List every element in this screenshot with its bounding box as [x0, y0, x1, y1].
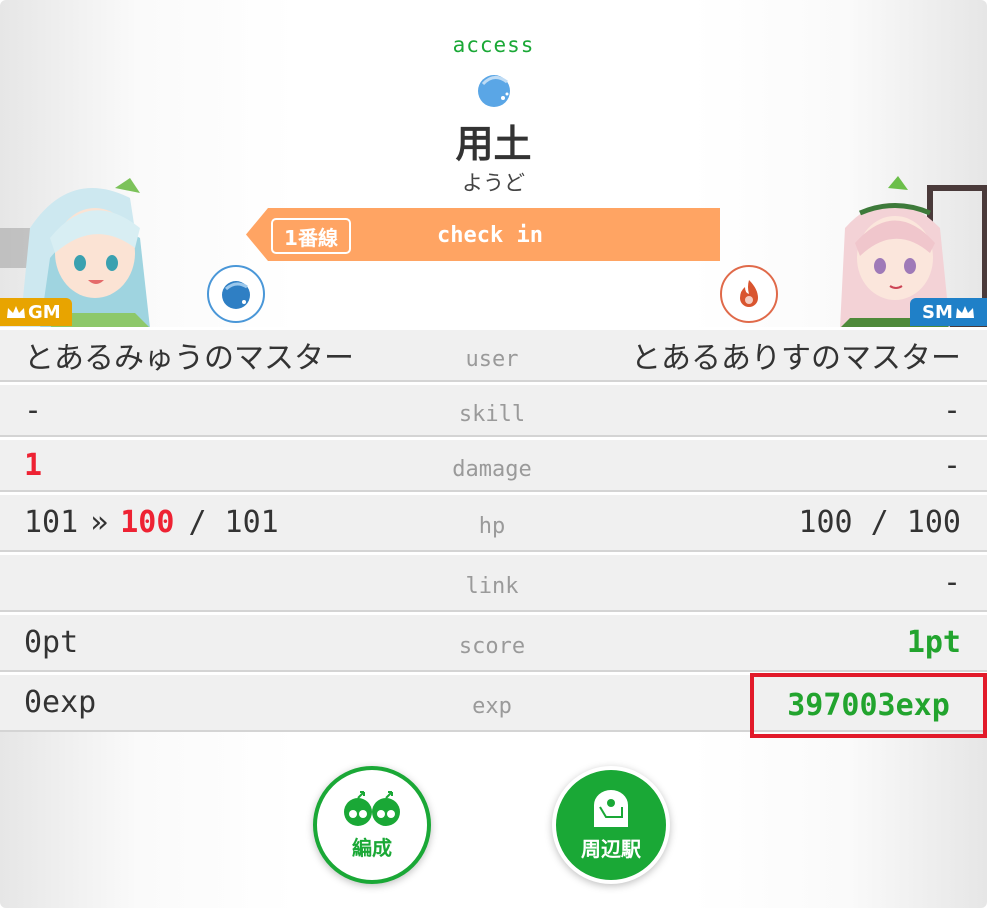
gm-rank-label: GM — [28, 301, 61, 323]
line-number-badge: 1番線 — [271, 218, 351, 254]
station-radar-icon — [594, 789, 628, 827]
right-hp-value: 100 / 100 — [798, 505, 961, 540]
station-name: 用土 — [455, 122, 532, 166]
nearby-stations-button-label: 周辺駅 — [581, 836, 641, 861]
formation-button[interactable]: 編成 — [313, 766, 431, 884]
damage-row-label: damage — [452, 456, 532, 482]
right-exp-value: 397003exp — [750, 673, 987, 738]
nearby-stations-button[interactable]: 周辺駅 — [552, 766, 670, 884]
right-damage-value: - — [942, 447, 961, 483]
sm-rank-label: SM — [922, 301, 953, 323]
right-link-value: - — [942, 565, 961, 600]
fire-icon — [740, 280, 758, 307]
right-skill-value: - — [942, 392, 961, 428]
battle-result-table: とあるみゅうのマスター user とあるありすのマスター - skill - 1… — [0, 327, 987, 738]
team-members-icon — [344, 790, 400, 826]
skill-row-label: skill — [458, 401, 526, 427]
right-user-name: とあるありすのマスター — [631, 341, 961, 376]
exp-row-label: exp — [472, 694, 512, 719]
hp-row-label: hp — [478, 514, 506, 539]
battle-result-screen: access 用土 ようど 1番線 check in GM SM とあるみゅうの… — [0, 0, 987, 908]
table-row-damage: 1 damage - — [0, 437, 987, 492]
table-row-user: とあるみゅうのマスター user とあるありすのマスター — [0, 327, 987, 382]
gm-rank-badge: GM — [0, 298, 72, 326]
link-row-label: link — [465, 574, 519, 599]
score-row-label: score — [458, 634, 526, 659]
water-drop-icon — [478, 75, 510, 107]
left-hp-before: 101 — [24, 505, 79, 540]
access-label: access — [452, 33, 535, 57]
crown-icon — [7, 306, 25, 318]
left-hp-value: 101 » 100 / 101 — [24, 495, 279, 550]
water-drop-icon — [222, 281, 250, 309]
table-row-exp: 0exp exp 397003exp — [0, 672, 987, 738]
left-exp-value: 0exp — [24, 685, 97, 720]
formation-button-label: 編成 — [352, 835, 392, 860]
right-score-value: 1pt — [906, 625, 961, 660]
left-hp-max: / 101 — [188, 505, 279, 540]
table-row-link: link - — [0, 552, 987, 612]
left-hp-after: 100 — [120, 505, 175, 540]
left-skill-value: - — [24, 392, 43, 428]
left-attribute-badge — [207, 265, 265, 323]
checkin-label: check in — [437, 223, 543, 248]
crown-icon — [955, 306, 974, 318]
user-row-label: user — [465, 346, 519, 372]
table-row-hp: 101 » 100 / 101 hp 100 / 100 — [0, 492, 987, 552]
left-score-value: 0pt — [24, 625, 79, 660]
right-attribute-badge — [720, 265, 778, 323]
sm-rank-badge: SM — [910, 298, 987, 326]
left-user-name: とあるみゅうのマスター — [24, 341, 354, 376]
table-row-skill: - skill - — [0, 382, 987, 437]
table-row-score: 0pt score 1pt — [0, 612, 987, 672]
left-damage-value: 1 — [24, 447, 43, 483]
hp-change-arrow: » — [90, 505, 109, 540]
